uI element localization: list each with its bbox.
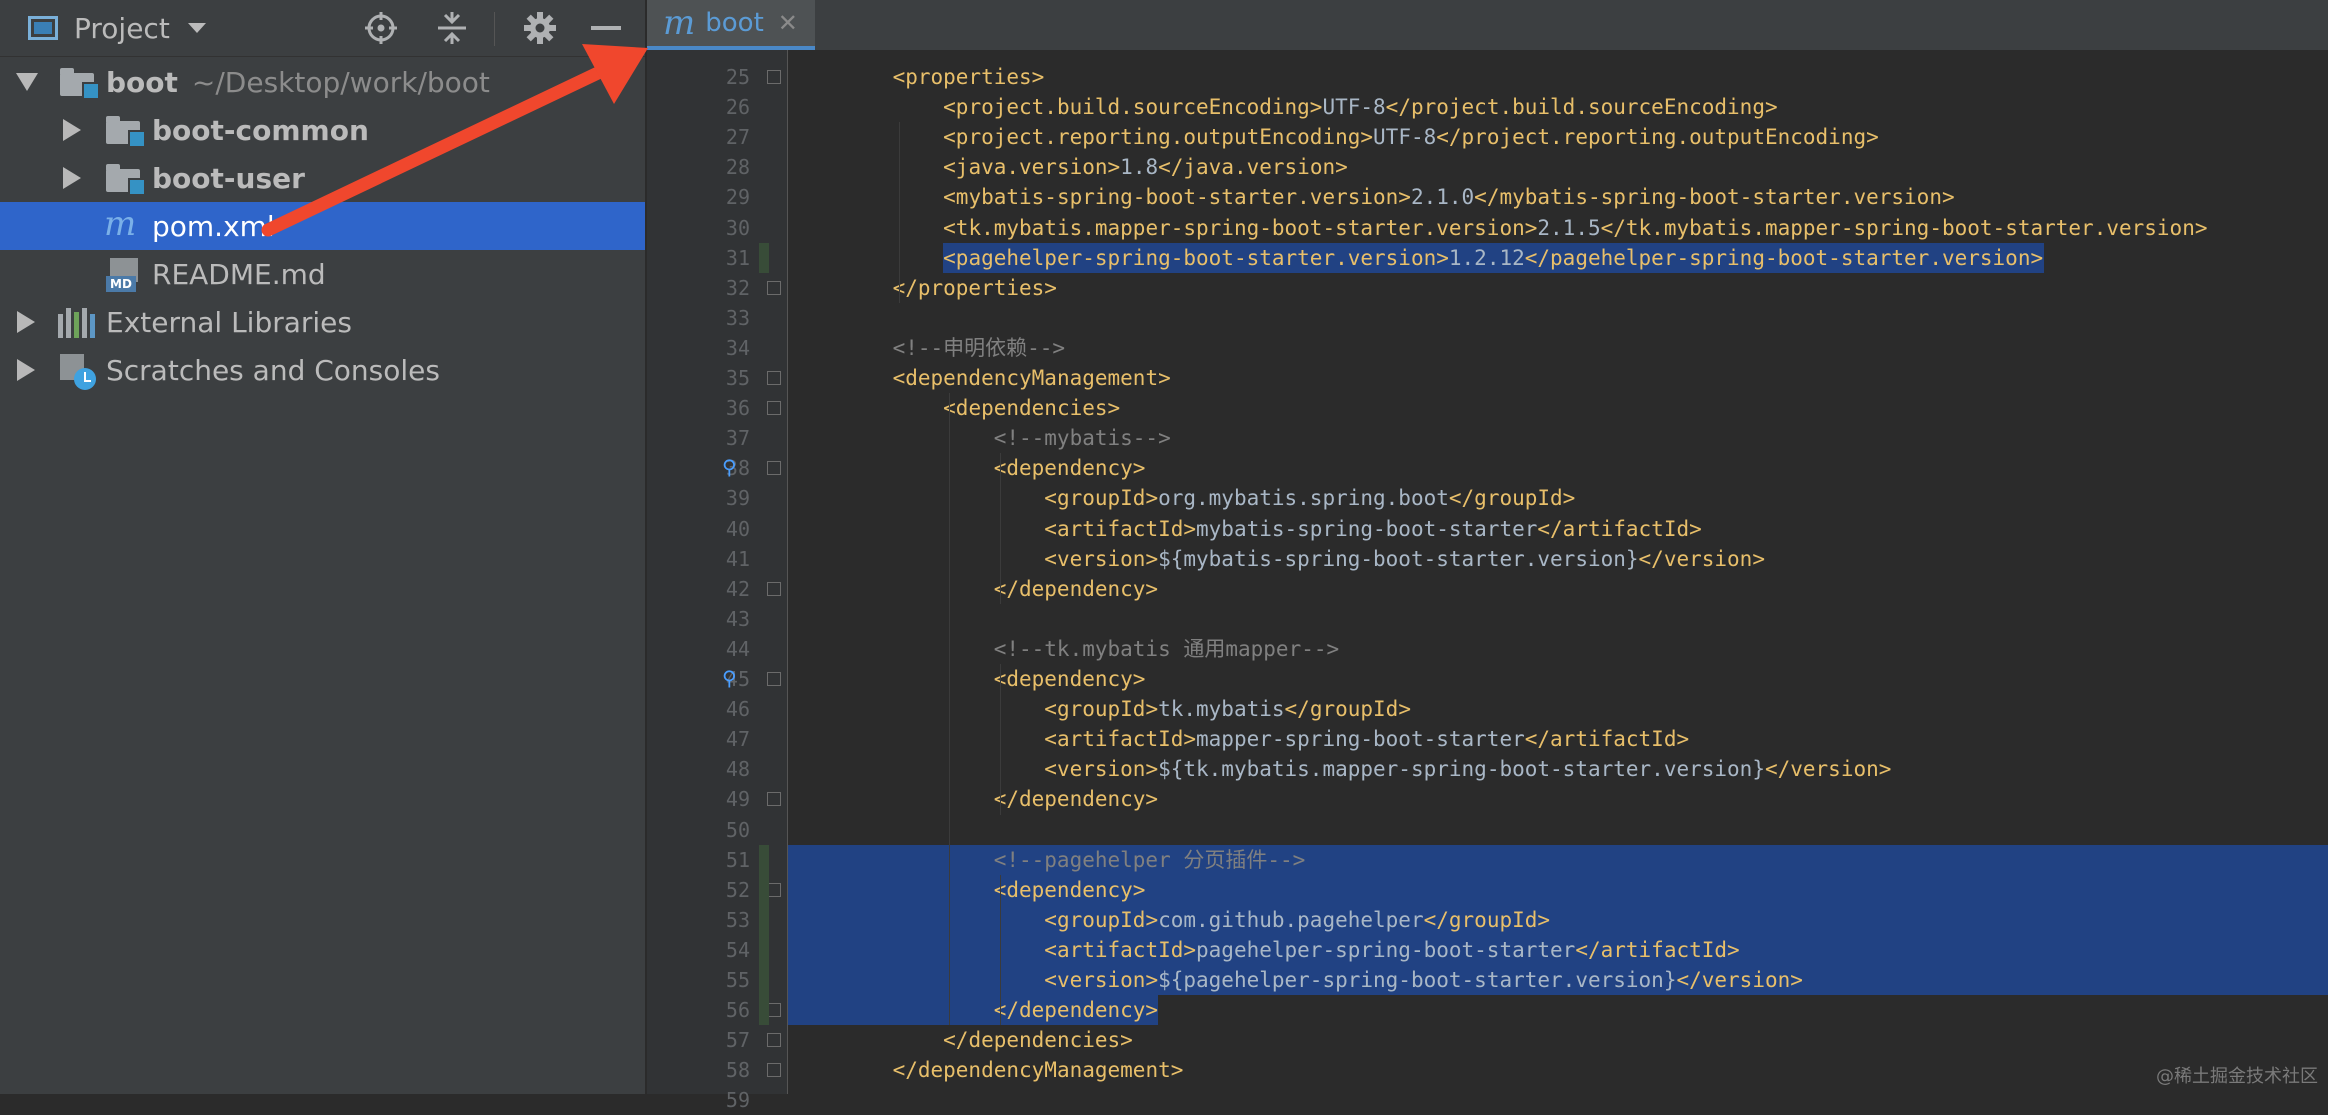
annotation-arrow <box>261 44 648 237</box>
fold-marker-icon[interactable] <box>767 1003 781 1018</box>
fold-marker-icon[interactable] <box>767 461 781 476</box>
fold-marker-icon[interactable] <box>767 1063 781 1078</box>
fold-marker-icon[interactable] <box>767 280 781 295</box>
fold-marker-icon[interactable] <box>767 70 781 84</box>
fold-marker-icon[interactable] <box>767 581 781 596</box>
fold-marker-icon[interactable] <box>767 401 781 416</box>
fold-marker-icon[interactable] <box>767 371 781 385</box>
vcs-change-marker <box>759 242 769 273</box>
fold-marker-icon[interactable] <box>767 672 781 686</box>
watermark: @稀土掘金技术社区 <box>2156 1066 2318 1087</box>
fold-marker-icon[interactable] <box>767 1033 781 1048</box>
vcs-change-marker <box>759 844 769 1026</box>
fold-marker-icon[interactable] <box>767 882 781 897</box>
dependency-gutter-icon[interactable]: ⚲ <box>722 666 737 690</box>
fold-marker-icon[interactable] <box>767 792 781 807</box>
dependency-gutter-icon[interactable]: ⚲ <box>722 455 737 479</box>
